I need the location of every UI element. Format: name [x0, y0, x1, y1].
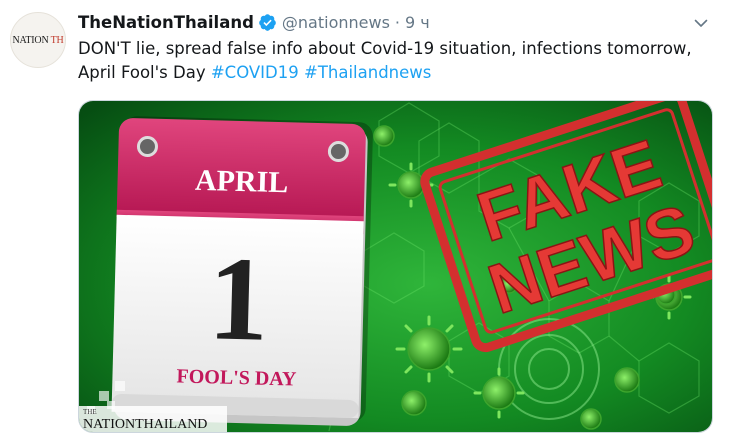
hashtag-link[interactable]: #COVID19	[211, 63, 299, 82]
calendar-day: 1	[207, 231, 270, 366]
hashtag-link[interactable]: #Thailandnews	[304, 63, 431, 82]
calendar-month: APRIL	[195, 164, 289, 199]
tweet[interactable]: NATION TH TheNationThailand @nationnews …	[0, 0, 750, 445]
avatar[interactable]: NATION TH	[10, 12, 66, 68]
tweet-header: TheNationThailand @nationnews · 9 ч	[78, 11, 430, 33]
tweet-media-image[interactable]: FAKE NEWS APRIL 1 FOOL'S DAY THE NATIONT…	[78, 100, 713, 433]
calendar-caption: FOOL'S DAY	[176, 365, 297, 390]
chevron-down-icon[interactable]	[690, 12, 712, 34]
verified-badge-icon	[258, 13, 277, 32]
calendar: APRIL 1 FOOL'S DAY	[111, 116, 373, 426]
watermark-logo: NATIONTHAILAND	[83, 417, 207, 432]
meta-separator: ·	[394, 12, 400, 32]
tweet-timestamp[interactable]: 9 ч	[405, 13, 430, 32]
watermark-small: THE	[83, 408, 97, 416]
author-handle[interactable]: @nationnews	[282, 13, 390, 32]
avatar-logo: NATION TH	[12, 34, 64, 46]
author-display-name[interactable]: TheNationThailand	[78, 13, 254, 32]
tweet-text: DON'T lie, spread false info about Covid…	[78, 37, 728, 85]
media-illustration: FAKE NEWS APRIL 1 FOOL'S DAY THE NATIONT…	[79, 101, 712, 432]
